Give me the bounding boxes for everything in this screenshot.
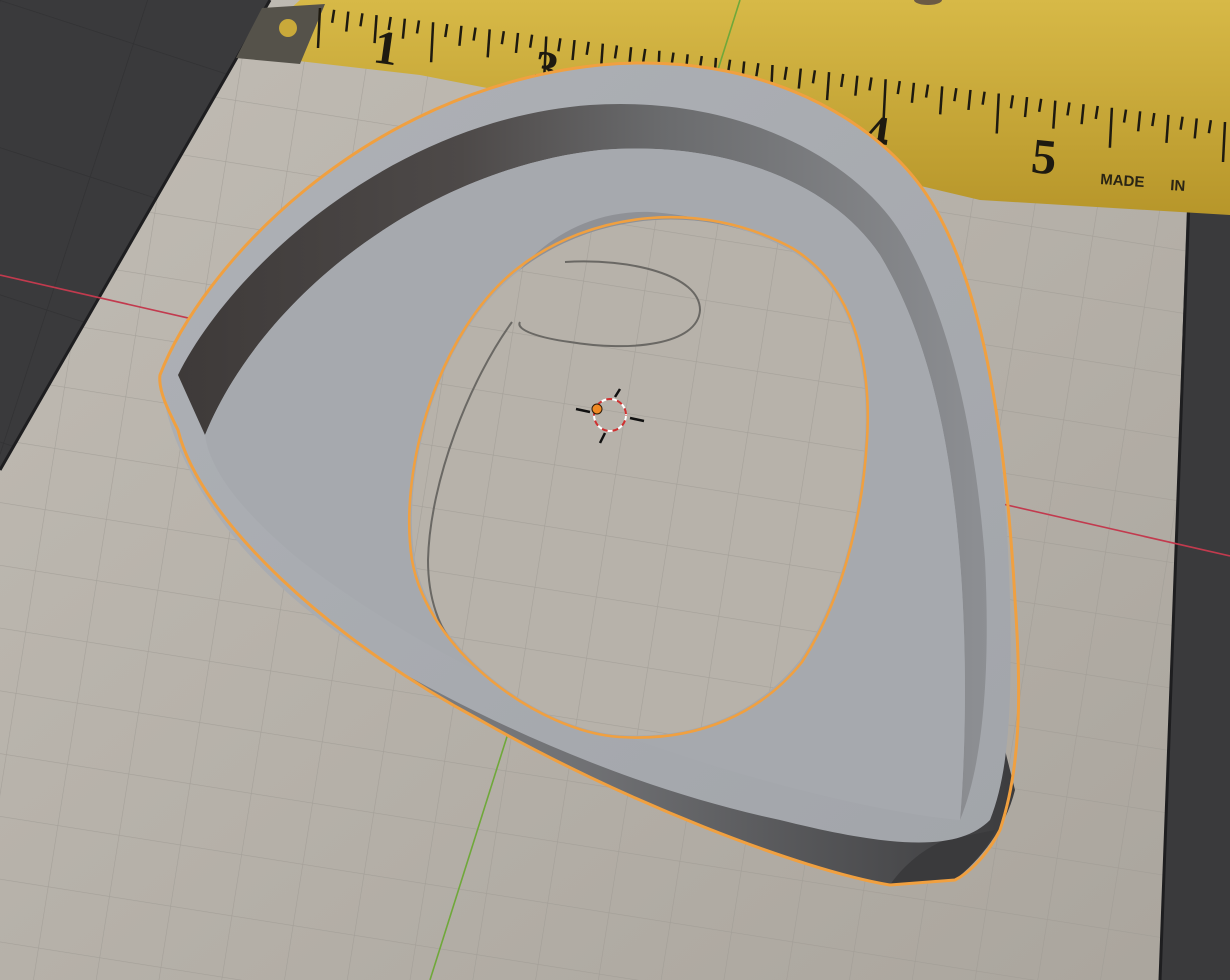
tape-in-label: IN — [1170, 177, 1186, 195]
viewport-canvas[interactable]: 1 3 4 5 MADE IN — [0, 0, 1230, 980]
tape-made-label: MADE — [1100, 171, 1145, 191]
3d-viewport[interactable]: 1 3 4 5 MADE IN — [0, 0, 1230, 980]
object-origin-icon[interactable] — [591, 403, 603, 415]
